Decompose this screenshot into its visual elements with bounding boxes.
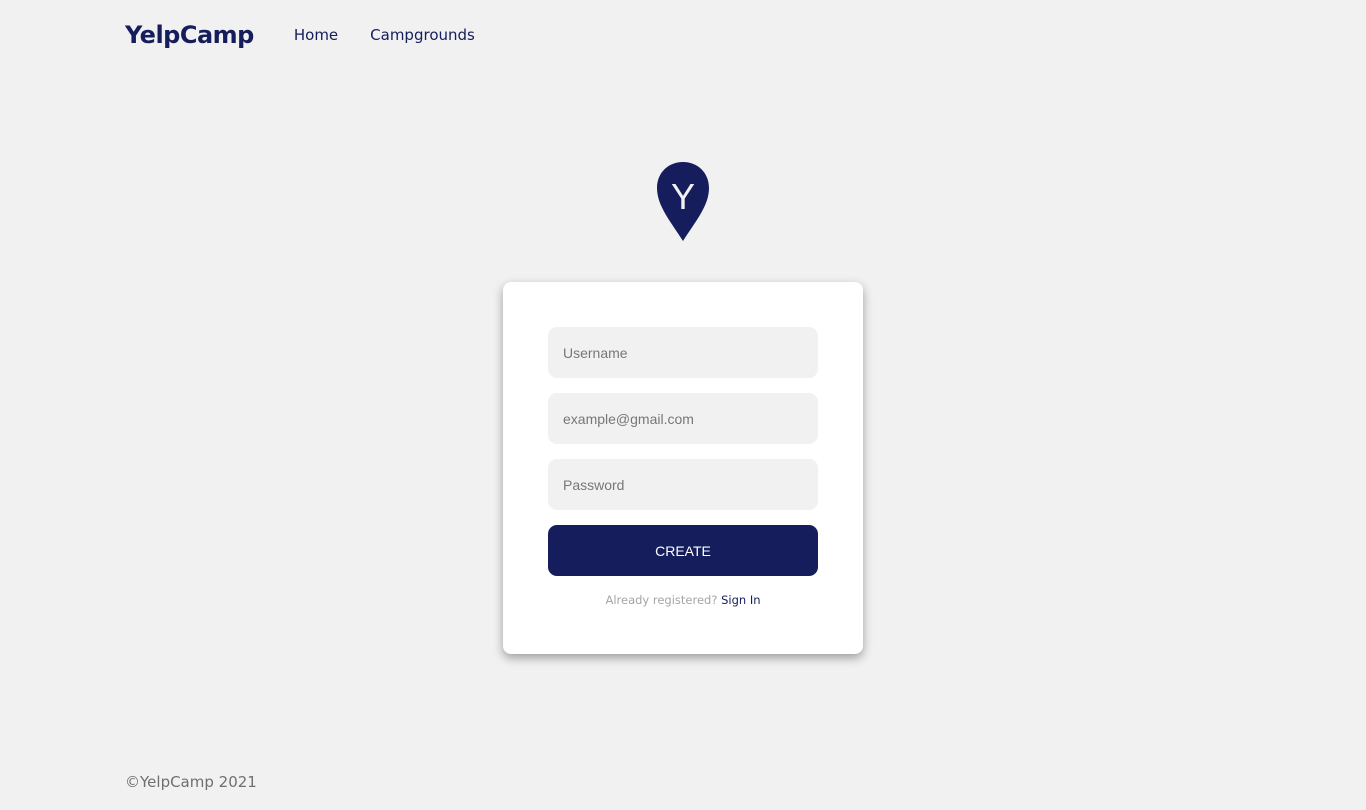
- create-button[interactable]: CREATE: [548, 525, 818, 576]
- footer: ©YelpCamp 2021: [125, 773, 257, 791]
- nav-link-campgrounds[interactable]: Campgrounds: [370, 26, 475, 44]
- username-input[interactable]: [548, 327, 818, 378]
- email-input[interactable]: [548, 393, 818, 444]
- navbar: YelpCamp Home Campgrounds: [125, 17, 507, 53]
- nav-link-home[interactable]: Home: [294, 26, 338, 44]
- signup-card: CREATE Already registered? Sign In: [503, 282, 863, 654]
- signin-row: Already registered? Sign In: [503, 593, 863, 607]
- signin-prompt: Already registered?: [605, 593, 718, 607]
- brand-logo-text[interactable]: YelpCamp: [125, 21, 254, 49]
- logo-letter: Y: [671, 176, 695, 217]
- signin-link[interactable]: Sign In: [721, 593, 760, 607]
- location-pin-icon: Y: [657, 162, 709, 241]
- password-input[interactable]: [548, 459, 818, 510]
